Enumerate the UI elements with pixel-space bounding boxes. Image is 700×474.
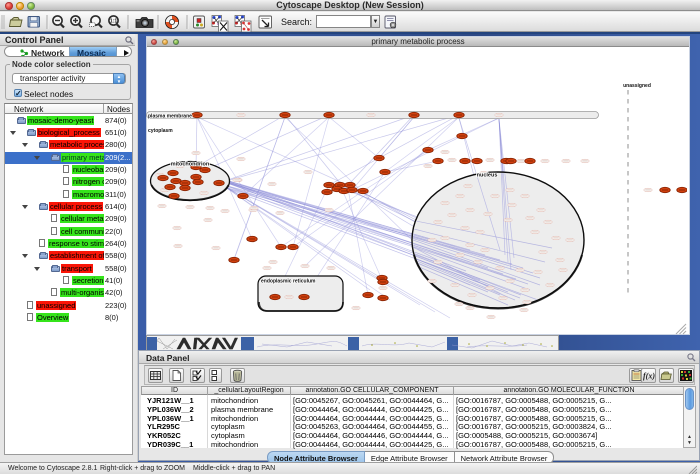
svg-text:plasma membrane: plasma membrane <box>148 113 192 119</box>
svg-text:f(x): f(x) <box>643 372 655 381</box>
svg-text:1:1: 1:1 <box>110 19 117 25</box>
svg-text:endoplasmic reticulum: endoplasmic reticulum <box>261 279 316 285</box>
svg-text:mitochondrion: mitochondrion <box>171 162 210 168</box>
svg-text:cytoplasm: cytoplasm <box>148 128 173 134</box>
svg-text:nucleus: nucleus <box>477 173 498 179</box>
svg-text:unassigned: unassigned <box>623 83 651 89</box>
